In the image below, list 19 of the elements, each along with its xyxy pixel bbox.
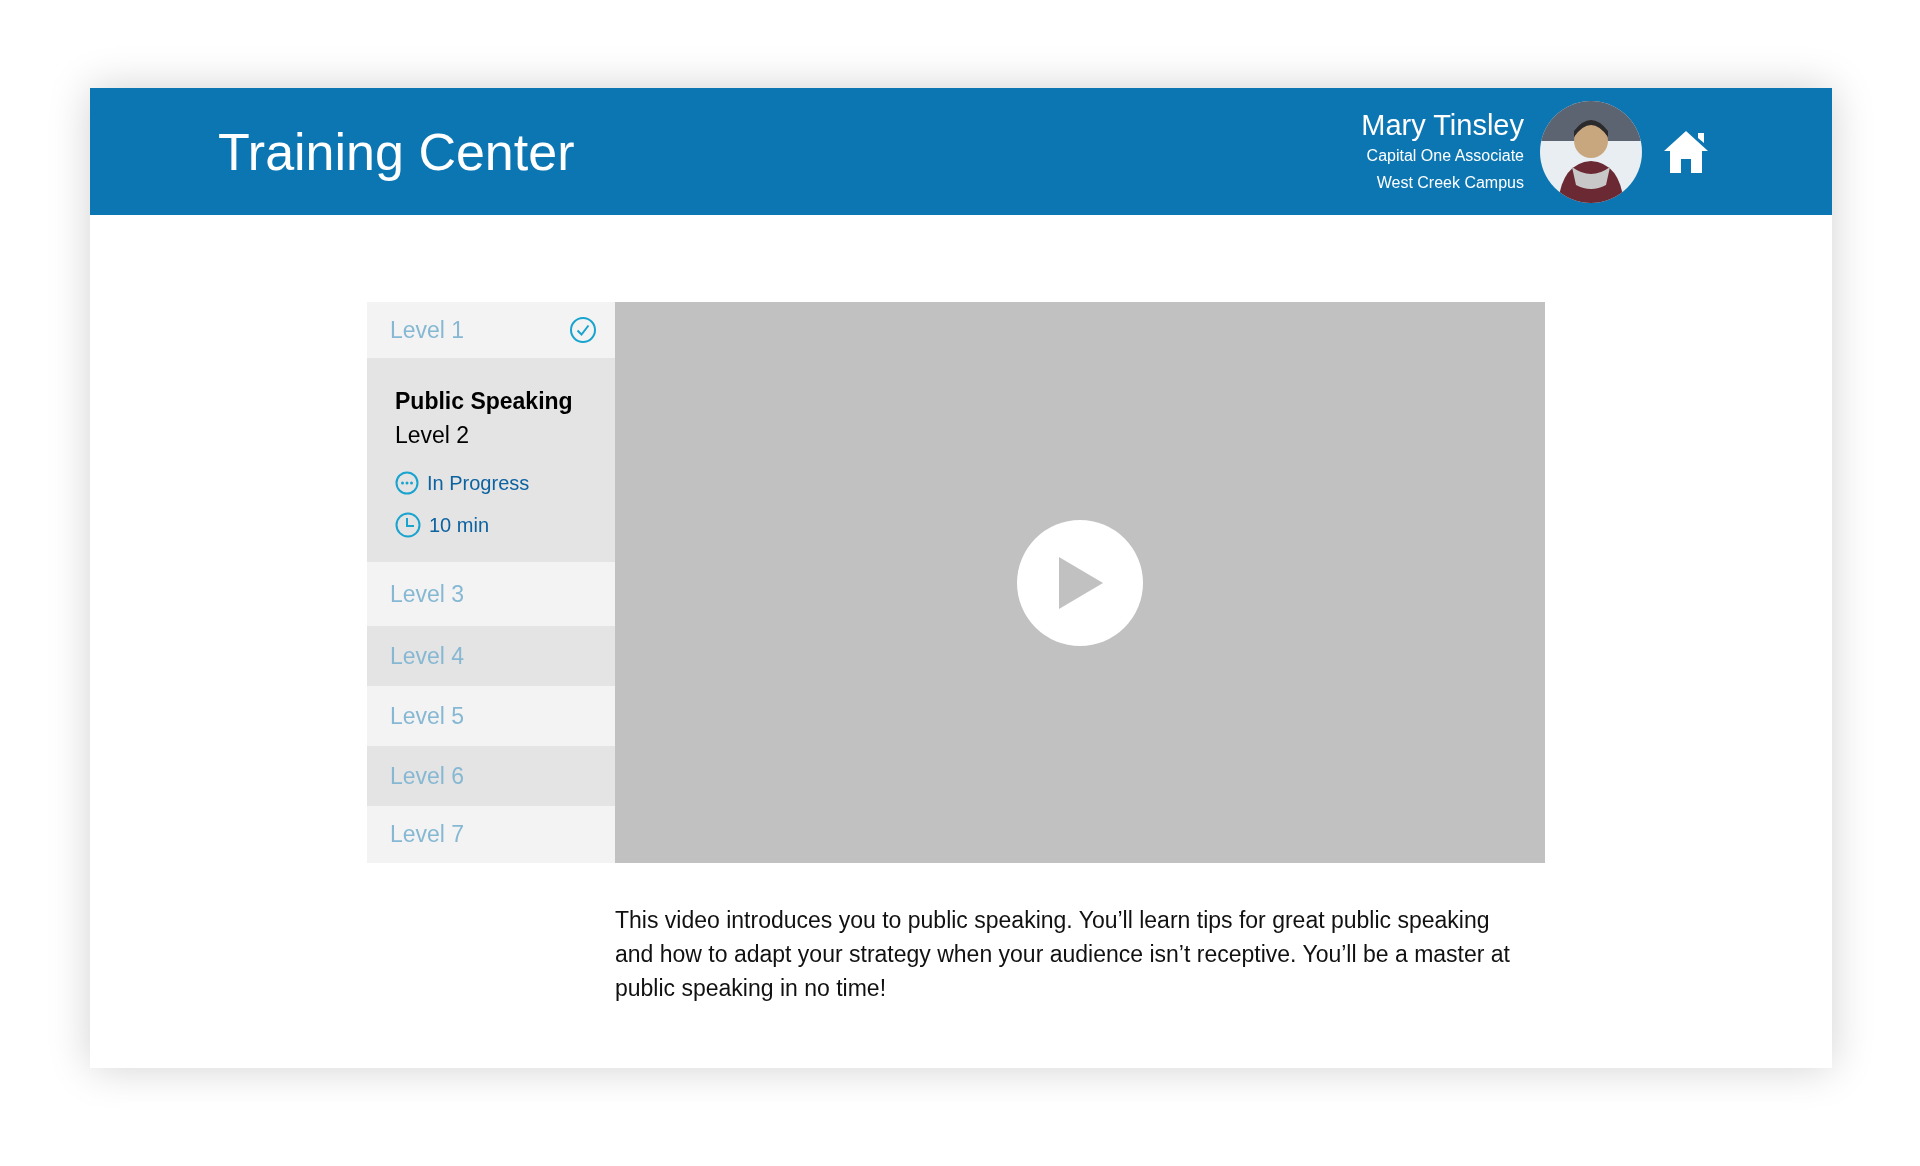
level-item[interactable]: Level 4 <box>367 626 615 686</box>
user-role: Capital One Associate <box>1366 145 1524 166</box>
clock-icon <box>395 512 421 538</box>
duration-text: 10 min <box>429 513 490 537</box>
course-title: Public Speaking <box>395 387 573 416</box>
video-description: This video introduces you to public speaking. You’ll learn tips for great public speaking and how to adapt your strategy when your audience isn’t receptive. You’ll be a master at public speaking in no time! <box>615 906 1511 1003</box>
home-icon[interactable] <box>1662 128 1710 175</box>
level-item[interactable]: Level 3 <box>367 562 615 626</box>
level-item[interactable]: Public Speaking Level 2 In Progress 10 min <box>367 358 615 562</box>
user-name: Mary Tinsley <box>1361 107 1524 142</box>
status-text: In Progress <box>427 471 530 495</box>
level-item[interactable]: Level 5 <box>367 686 615 746</box>
page-title: Training Center <box>218 121 576 182</box>
user-location: West Creek Campus <box>1376 172 1524 193</box>
more-circle-icon <box>395 471 419 495</box>
level-item[interactable]: Level 7 <box>367 806 615 863</box>
level-label: Level 2 <box>395 421 471 450</box>
level-item[interactable]: Level 1 <box>367 302 615 358</box>
level-item[interactable]: Level 6 <box>367 746 615 806</box>
